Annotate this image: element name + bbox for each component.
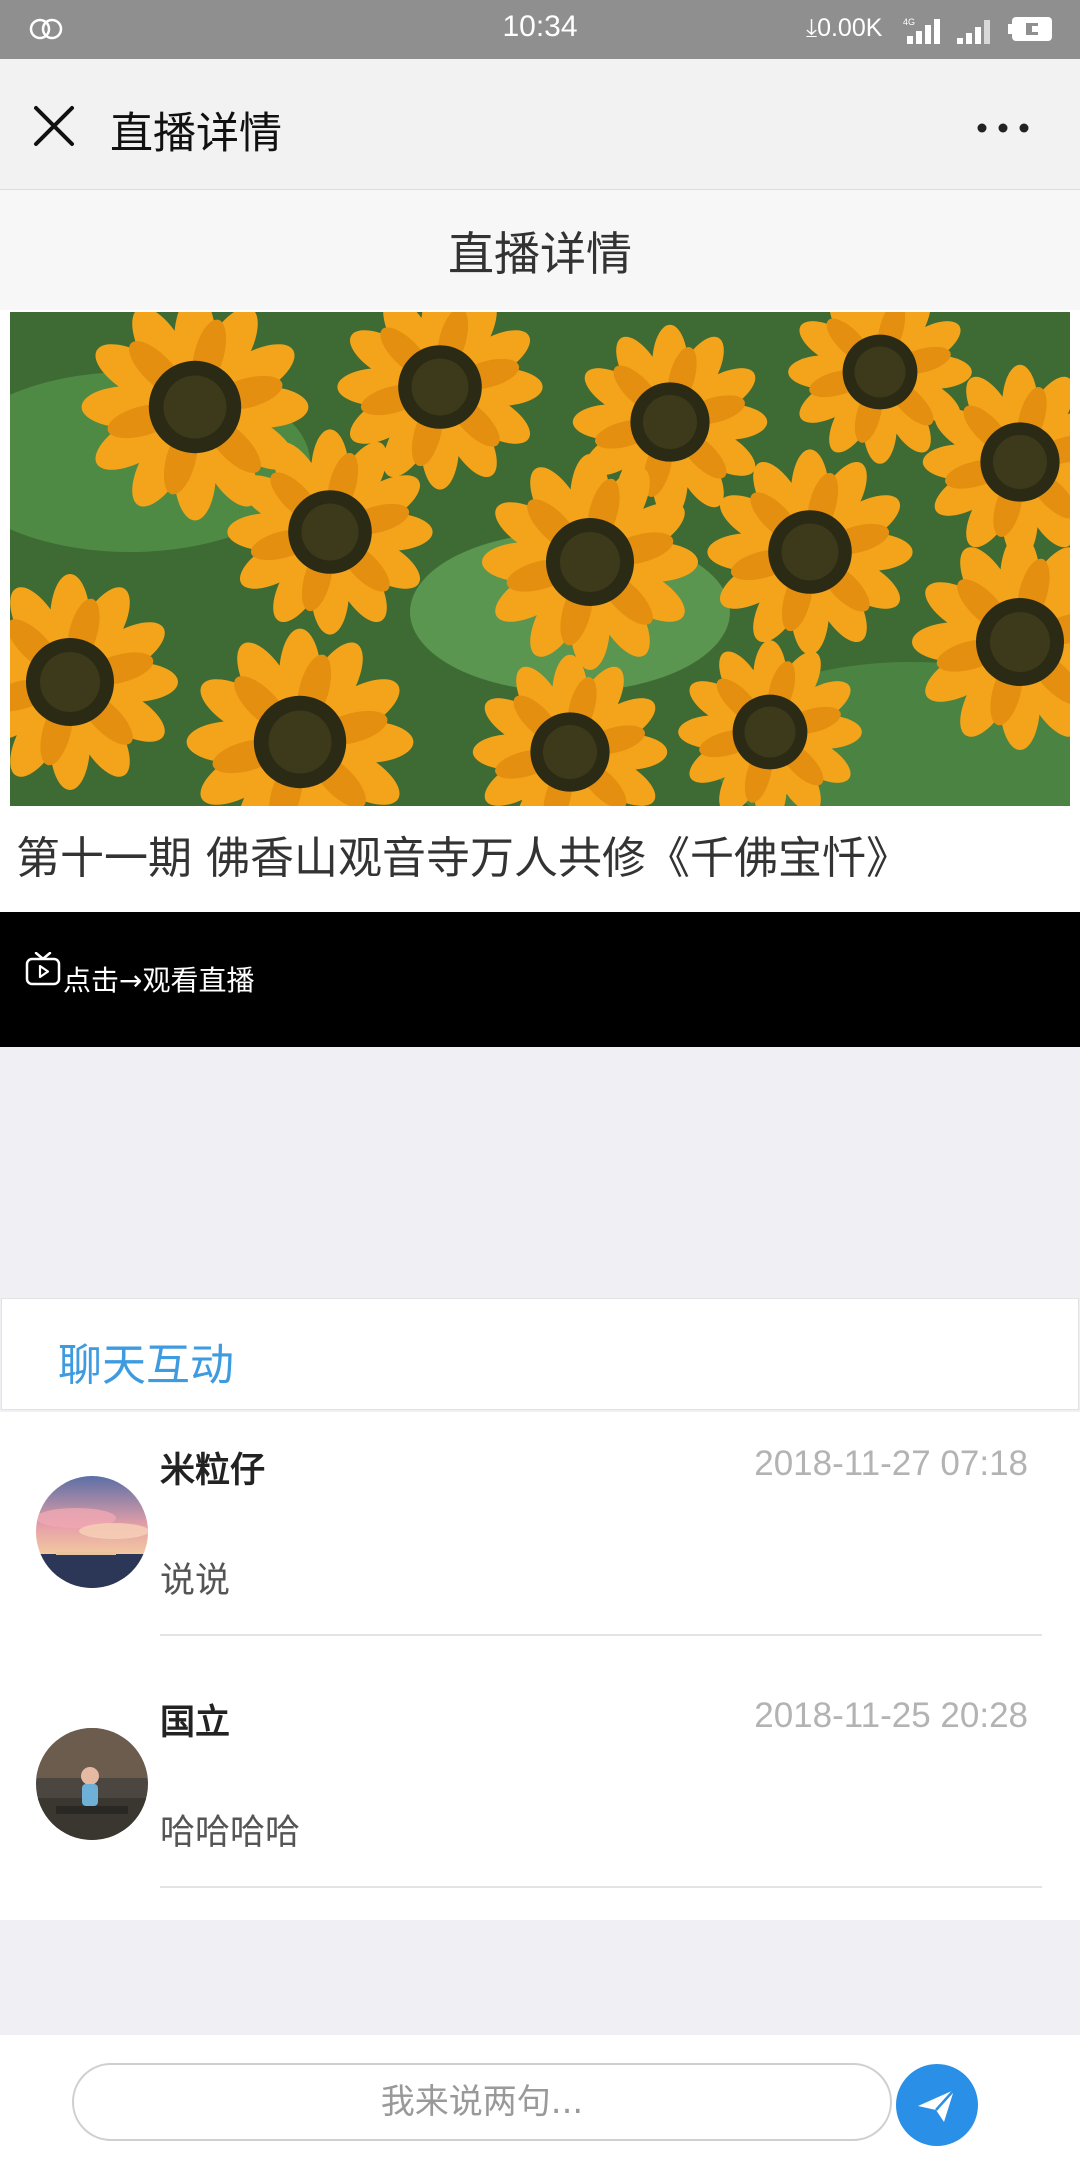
page-title: 直播详情 [448,227,632,281]
watch-live-label: 点击→观看直播 [63,964,255,997]
message-time: 2018-11-27 07:18 [754,1444,1028,1483]
message-divider [160,1886,1042,1888]
network-speed-value: 0.00K [817,14,883,42]
message-divider [160,1634,1042,1636]
signal-4g-icon: 4G [903,17,940,44]
status-bar: 10:34 ⤓0.00K 4G [0,0,1080,59]
close-icon[interactable] [32,104,76,148]
title-bar: 直播详情 [0,59,1080,190]
send-button[interactable] [896,2064,978,2146]
message-author: 米粒仔 [160,1451,266,1491]
network-speed: ⤓0.00K [806,14,882,43]
signal-icon [957,20,990,44]
sunset-avatar-image [36,1476,148,1588]
page-header: 直播详情 [0,190,1080,310]
live-card: 第十一期 佛香山观音寺万人共修《千佛宝忏》 [0,310,1080,912]
watch-live-button[interactable]: 点击→观看直播 [0,912,1080,1047]
message-text: 说说 [160,1561,231,1601]
message-text: 哈哈哈哈 [160,1813,301,1853]
message-time: 2018-11-25 20:28 [754,1696,1028,1735]
chat-message: 国立 2018-11-25 20:28 哈哈哈哈 [0,1664,1080,1916]
banner-image [10,312,1070,806]
tv-play-icon [25,952,61,986]
comment-bar [0,2035,1080,2160]
more-options-icon[interactable] [975,121,1031,135]
chat-tab-label: 聊天互动 [58,1340,234,1391]
battery-icon [1008,17,1052,41]
sunflower-illustration [10,312,1070,806]
comment-input[interactable] [72,2063,892,2141]
signal-label: 4G [903,17,915,27]
chat-tab[interactable]: 聊天互动 [1,1298,1079,1410]
chat-list: 米粒仔 2018-11-27 07:18 说说 国立 2018-11-25 20… [0,1412,1080,1920]
photo-avatar-image [36,1728,148,1840]
avatar[interactable] [36,1476,148,1588]
download-arrow-icon: ⤓ [806,14,818,42]
window-title: 直播详情 [110,109,282,159]
live-title: 第十一期 佛香山观音寺万人共修《千佛宝忏》 [16,833,910,884]
send-icon [918,2089,955,2122]
chat-message: 米粒仔 2018-11-27 07:18 说说 [0,1412,1080,1664]
avatar[interactable] [36,1728,148,1840]
message-author: 国立 [160,1703,231,1743]
